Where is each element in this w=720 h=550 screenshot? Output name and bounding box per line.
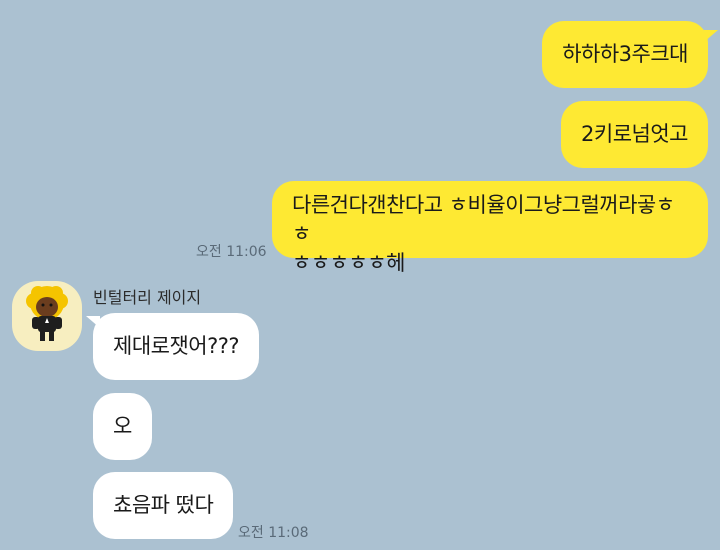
message-text-line: 다른건다갠찬다고 ㅎ비율이그냥그럴꺼라곻ㅎㅎ xyxy=(292,193,675,246)
received-message[interactable]: 쵸음파 떴다 xyxy=(93,472,234,539)
message-text: 제대로잿어??? xyxy=(113,334,240,358)
character-avatar-icon xyxy=(26,286,68,341)
avatar[interactable] xyxy=(12,281,82,351)
message-text: 쵸음파 떴다 xyxy=(113,493,214,517)
message-time: 오전 11:06 xyxy=(196,244,267,260)
message-time: 오전 11:08 xyxy=(238,525,309,541)
sender-name: 빈털터리 제이지 xyxy=(93,288,202,307)
message-text-line: ㅎㅎㅎㅎㅎ헤 xyxy=(292,251,405,275)
bubble-tail xyxy=(704,30,718,42)
received-message[interactable]: 제대로잿어??? xyxy=(93,313,260,380)
sent-message[interactable]: 2키로넘엇고 xyxy=(561,101,708,168)
received-message[interactable]: 오 xyxy=(93,393,152,460)
chat-room: 하하하3주크대 2키로넘엇고 다른건다갠찬다고 ㅎ비율이그냥그럴꺼라곻ㅎㅎ ㅎㅎ… xyxy=(0,0,720,550)
message-text: 오 xyxy=(113,414,132,438)
sent-message[interactable]: 다른건다갠찬다고 ㅎ비율이그냥그럴꺼라곻ㅎㅎ ㅎㅎㅎㅎㅎ헤 xyxy=(272,181,708,275)
message-text: 2키로넘엇고 xyxy=(581,122,688,146)
message-text: 하하하3주크대 xyxy=(562,42,688,66)
sent-message[interactable]: 하하하3주크대 xyxy=(542,21,708,88)
